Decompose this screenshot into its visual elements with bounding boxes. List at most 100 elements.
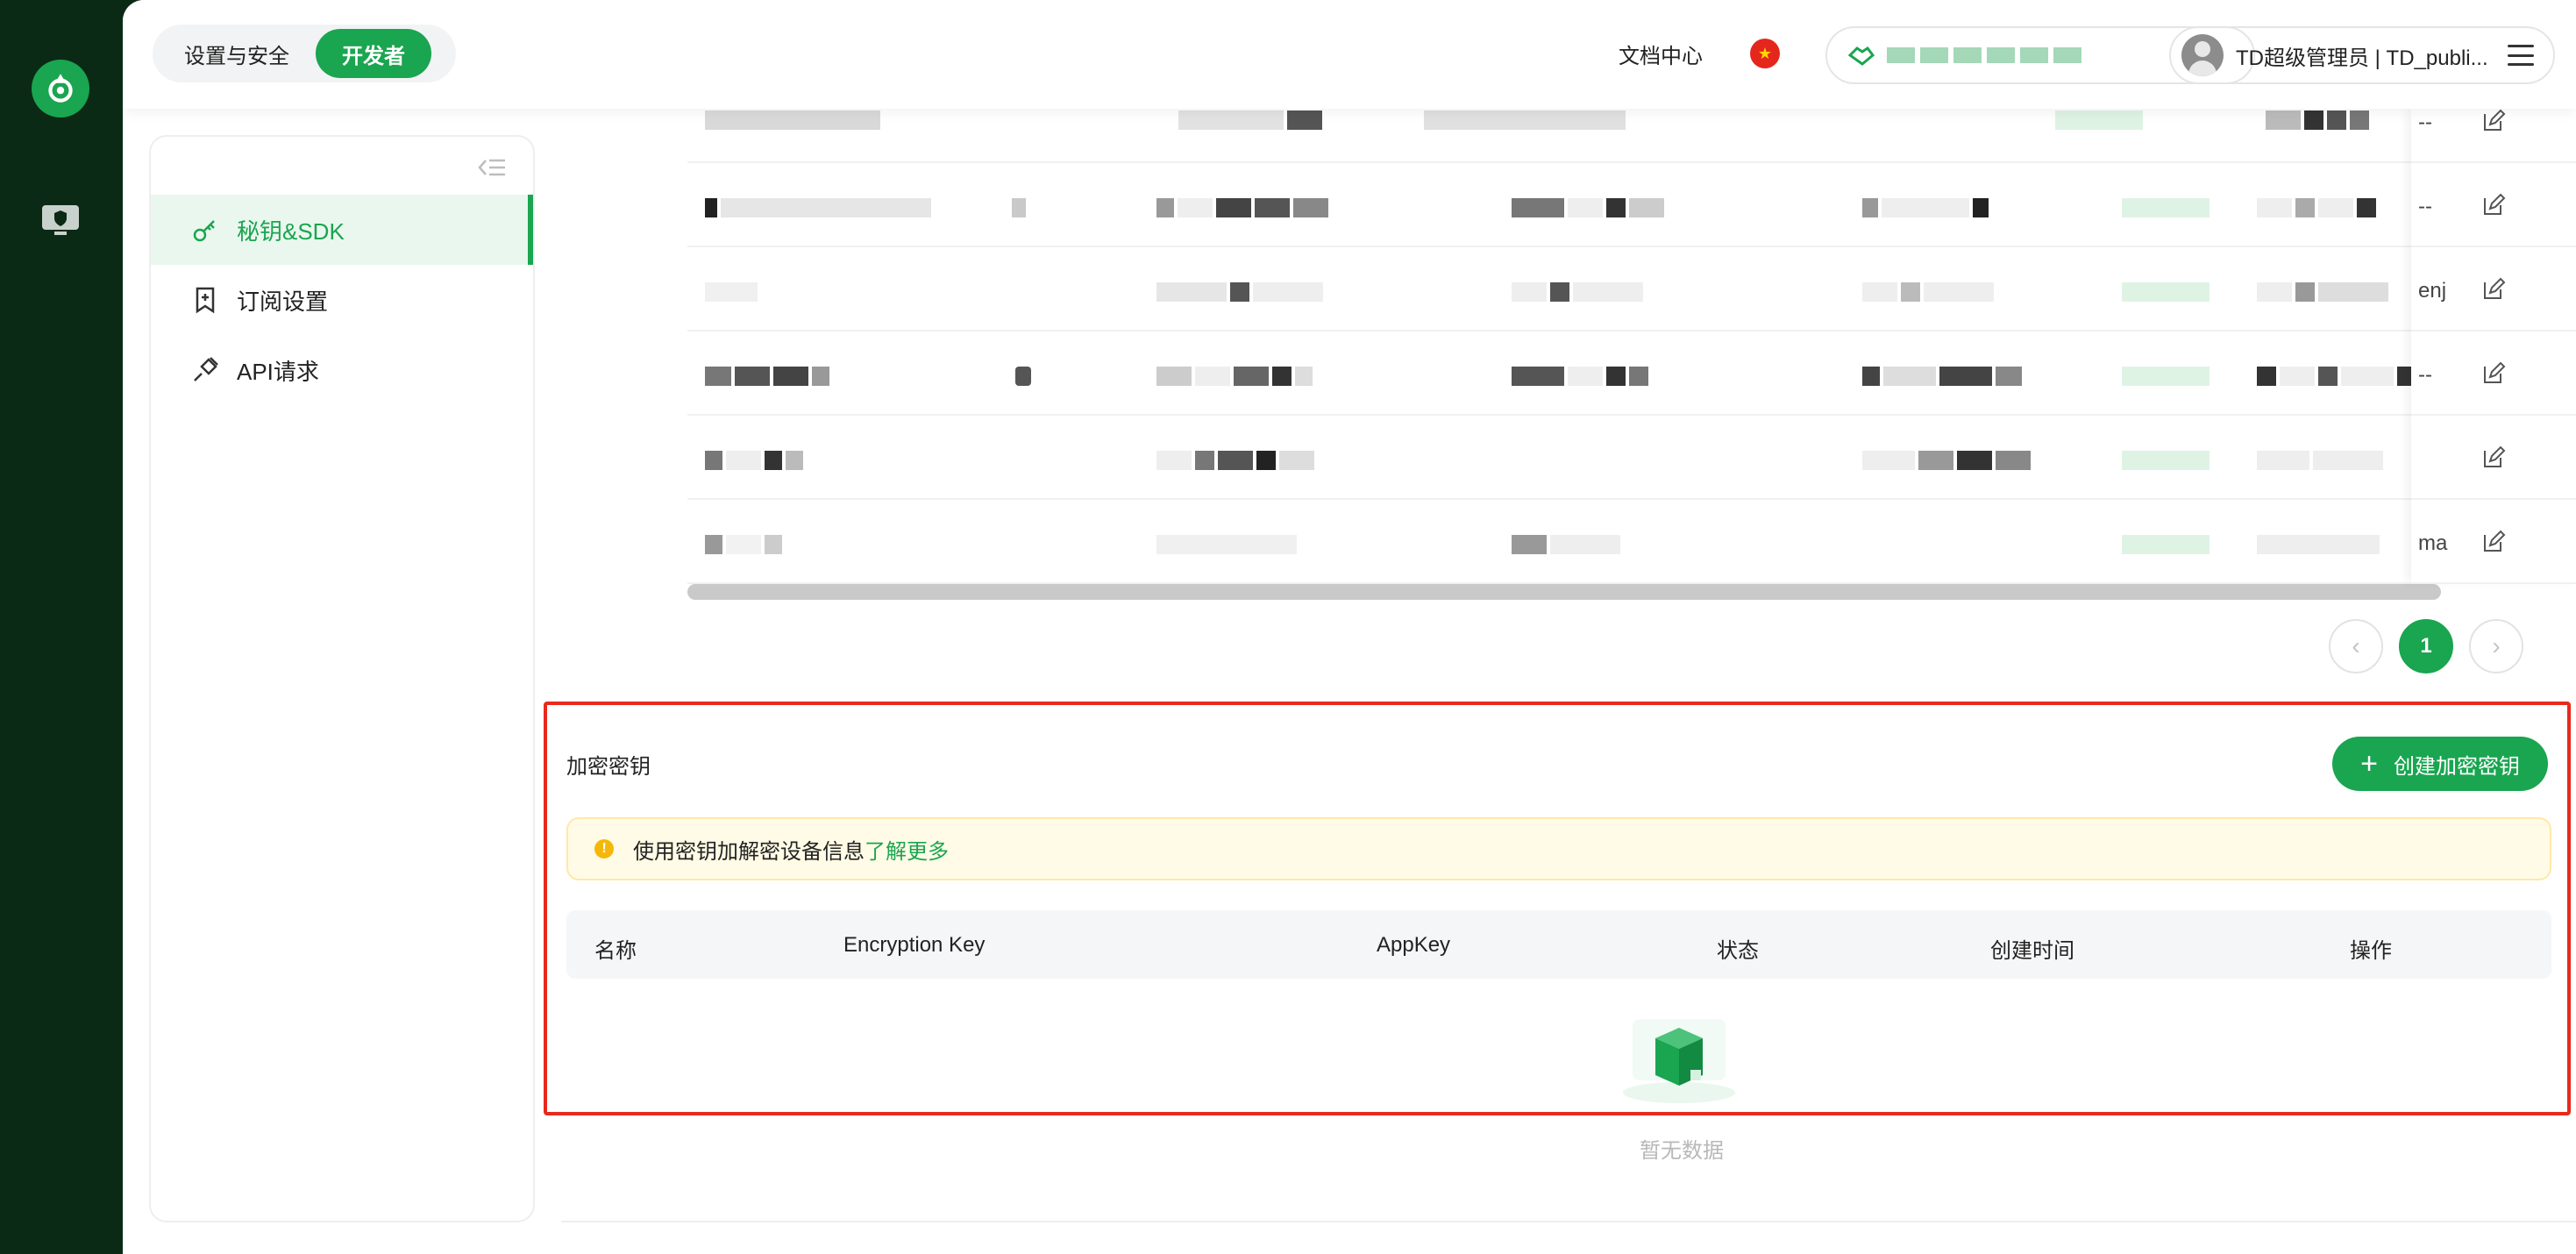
redacted-cell — [2122, 282, 2210, 302]
app-rail — [0, 0, 123, 1254]
top-tabs: 设置与安全 开发者 — [153, 25, 456, 82]
prev-page-button[interactable]: ‹ — [2329, 619, 2383, 673]
avatar — [2181, 34, 2224, 76]
table-row — [687, 500, 2572, 584]
op-cell: enj — [2411, 247, 2576, 331]
hamburger-menu-icon[interactable] — [2508, 45, 2534, 66]
redacted-cell — [1862, 367, 2022, 386]
redacted-cell — [2257, 282, 2388, 302]
sidebar-item-keys-sdk[interactable]: 秘钥&SDK — [151, 195, 533, 265]
encryption-key-section: 加密密钥 + 创建加密密钥 ! 使用密钥加解密设备信息 了解更多 名称 Encr… — [544, 702, 2571, 1115]
redacted-cell — [1512, 535, 1620, 554]
column-created-time: 创建时间 — [1990, 939, 2074, 963]
redacted-cell — [2122, 198, 2210, 217]
column-status: 状态 — [1717, 939, 1759, 963]
user-name: TD超级管理员 | TD_publi... — [2236, 46, 2488, 70]
op-cell — [2411, 416, 2576, 500]
tab-settings-security[interactable]: 设置与安全 — [158, 29, 316, 78]
redacted-cell — [2266, 110, 2369, 130]
edit-icon[interactable] — [2481, 277, 2506, 302]
redacted-cell — [1424, 110, 1626, 130]
edit-icon[interactable] — [2481, 530, 2506, 554]
alert-text: 使用密钥加解密设备信息 — [633, 839, 865, 864]
main-frame: 设置与安全 开发者 文档中心 ★ TD超级管理员 | TD_publi... 秘… — [123, 0, 2576, 1254]
table-row — [687, 331, 2572, 416]
user-menu[interactable]: TD超级管理员 | TD_publi... — [2169, 26, 2555, 84]
android-icon — [1015, 367, 1031, 386]
monitor-shield-icon[interactable] — [40, 203, 81, 237]
redacted-cell — [705, 110, 880, 130]
redacted-cell — [705, 282, 758, 302]
empty-state-text: 暂无数据 — [1640, 1139, 1724, 1163]
sidebar-item-label: 秘钥&SDK — [237, 217, 345, 245]
learn-more-link[interactable]: 了解更多 — [865, 834, 949, 865]
next-page-button[interactable]: › — [2469, 619, 2523, 673]
op-cell: ma — [2411, 500, 2576, 584]
redacted-cell — [1178, 110, 1322, 130]
redacted-cell — [2055, 110, 2143, 130]
table-row — [687, 416, 2572, 500]
divider — [561, 1221, 2576, 1222]
column-appkey: AppKey — [1377, 933, 1451, 957]
sidebar-item-label: 订阅设置 — [237, 288, 329, 315]
horizontal-scrollbar[interactable] — [687, 584, 2441, 600]
section-title: 加密密钥 — [566, 755, 651, 779]
column-name: 名称 — [594, 939, 637, 963]
table-header: 名称 Encryption Key AppKey 状态 创建时间 操作 — [566, 910, 2551, 979]
redacted-cell — [1156, 282, 1323, 302]
sidebar-item-api-requests[interactable]: API请求 — [151, 335, 533, 405]
key-icon — [193, 220, 215, 242]
china-flag-icon[interactable]: ★ — [1750, 39, 1780, 68]
operation-column: -- -- enj -- ma — [2411, 109, 2576, 584]
plug-icon — [194, 357, 218, 381]
sidebar-item-label: API请求 — [237, 358, 319, 385]
create-button-label: 创建加密密钥 — [2394, 754, 2520, 779]
sidebar-item-subscription[interactable]: 订阅设置 — [151, 265, 533, 335]
redacted-cell — [2122, 535, 2210, 554]
side-nav: 秘钥&SDK 订阅设置 API请求 — [149, 135, 535, 1222]
info-alert: ! 使用密钥加解密设备信息 了解更多 — [566, 817, 2551, 880]
redacted-cell — [705, 451, 803, 470]
redacted-cell — [1862, 198, 1989, 217]
edit-icon[interactable] — [2481, 445, 2506, 470]
redacted-cell — [1012, 198, 1026, 217]
bookmark-plus-icon — [196, 287, 215, 314]
redacted-cell — [1512, 198, 1664, 217]
redacted-cell — [2122, 367, 2210, 386]
redacted-cell — [2122, 451, 2210, 470]
handshake-icon — [1848, 46, 1875, 66]
edit-icon[interactable] — [2481, 361, 2506, 386]
redacted-cell — [1156, 198, 1328, 217]
app-logo-icon[interactable] — [32, 60, 89, 118]
op-cell: -- — [2411, 163, 2576, 247]
redacted-cell — [1156, 451, 1314, 470]
org-name-redacted — [1887, 47, 2081, 63]
column-operations: 操作 — [2350, 939, 2392, 963]
plus-icon: + — [2360, 747, 2378, 780]
redacted-cell — [2257, 367, 2432, 386]
redacted-cell — [1862, 451, 2031, 470]
redacted-cell — [2257, 198, 2376, 217]
tab-developer[interactable]: 开发者 — [316, 29, 431, 78]
redacted-cell — [2257, 451, 2383, 470]
edit-icon[interactable] — [2481, 109, 2506, 133]
info-icon: ! — [594, 839, 614, 859]
collapse-sidebar-icon[interactable] — [477, 156, 507, 179]
redacted-cell — [1512, 282, 1643, 302]
op-cell: -- — [2411, 331, 2576, 416]
table-row — [687, 247, 2572, 331]
create-encryption-key-button[interactable]: + 创建加密密钥 — [2332, 737, 2548, 791]
redacted-cell — [2257, 535, 2380, 554]
edit-icon[interactable] — [2481, 193, 2506, 217]
empty-box-icon — [1623, 1019, 1735, 1103]
doc-center-link[interactable]: 文档中心 — [1619, 39, 1703, 69]
redacted-cell — [705, 198, 931, 217]
redacted-cell — [1156, 535, 1297, 554]
redacted-cell — [705, 535, 782, 554]
redacted-cell — [1512, 367, 1648, 386]
top-header: 设置与安全 开发者 文档中心 ★ TD超级管理员 | TD_publi... — [123, 0, 2576, 109]
page-1-button[interactable]: 1 — [2399, 619, 2453, 673]
redacted-cell — [1156, 367, 1313, 386]
table-row — [687, 163, 2572, 247]
redacted-cell — [705, 367, 829, 386]
